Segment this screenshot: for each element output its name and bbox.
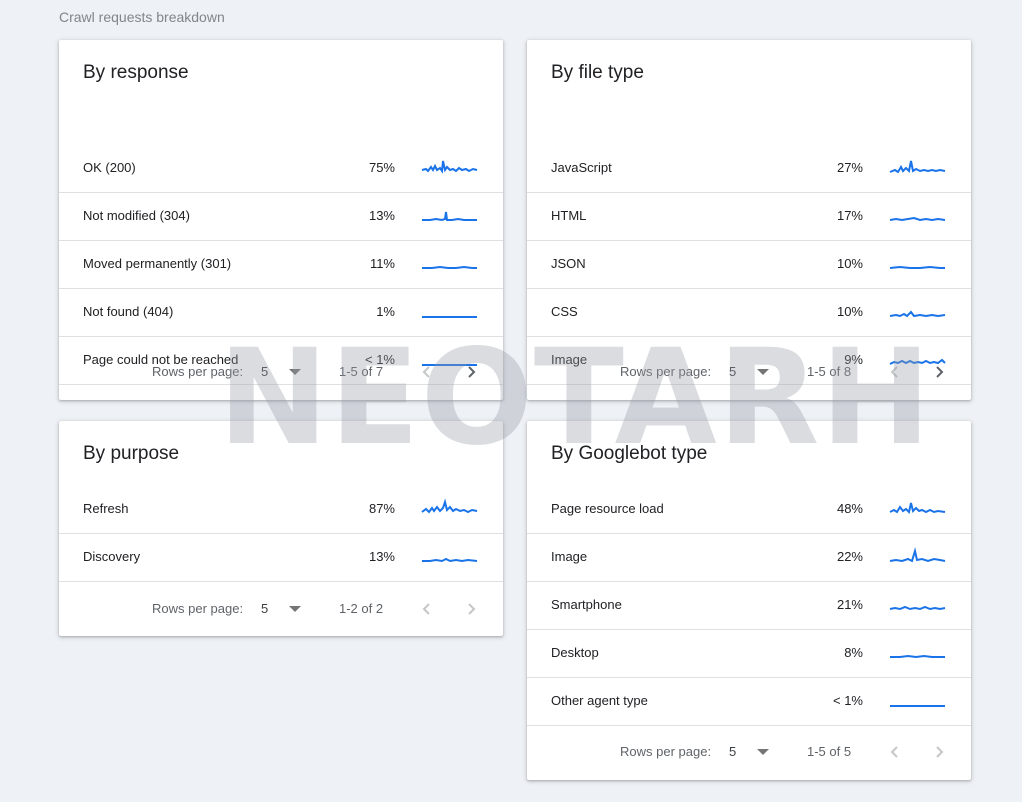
sparkline-chart xyxy=(889,547,946,563)
row-label: Refresh xyxy=(83,501,129,516)
row-label: Discovery xyxy=(83,549,141,564)
row-percent: 75% xyxy=(368,160,395,175)
row-percent: 8% xyxy=(844,645,863,660)
section-title: Crawl requests breakdown xyxy=(59,9,225,25)
chevron-right-icon[interactable] xyxy=(929,362,949,382)
table-pagination: Rows per page: 5 1-5 of 7 xyxy=(59,344,503,400)
table-row[interactable]: Not modified (304) 13% xyxy=(59,192,503,241)
page-range: 1-5 of 8 xyxy=(807,364,852,379)
row-label: OK (200) xyxy=(83,160,136,175)
chevron-left-icon[interactable] xyxy=(885,362,905,382)
table-pagination: Rows per page: 5 1-5 of 8 xyxy=(527,344,971,400)
table-row[interactable]: Image 22% xyxy=(527,533,971,582)
sparkline-chart xyxy=(890,654,945,659)
table-row[interactable]: JSON 10% xyxy=(527,240,971,289)
sparkline-chart xyxy=(422,265,477,269)
row-percent: 11% xyxy=(369,256,395,271)
table-row[interactable]: Moved permanently (301) 11% xyxy=(59,240,503,289)
row-percent: 1% xyxy=(376,304,395,319)
card-by-purpose: By purpose Refresh 87% Discovery 13% Row… xyxy=(59,421,503,636)
table-row[interactable]: Discovery 13% xyxy=(59,533,503,582)
row-percent: 10% xyxy=(836,304,863,319)
row-percent: < 1% xyxy=(833,693,863,708)
table-row[interactable]: CSS 10% xyxy=(527,288,971,337)
row-label: CSS xyxy=(551,304,578,319)
sparkline-chart xyxy=(421,498,478,514)
table-row[interactable]: Other agent type < 1% xyxy=(527,677,971,726)
chevron-right-icon[interactable] xyxy=(461,362,481,382)
card-by-googlebot-type: By Googlebot type Page resource load 48%… xyxy=(527,421,971,780)
dropdown-arrow-icon[interactable] xyxy=(289,606,301,612)
dropdown-arrow-icon[interactable] xyxy=(289,369,301,375)
table-row[interactable]: JavaScript 27% xyxy=(527,144,971,193)
sparkline-chart xyxy=(889,160,946,174)
table-row[interactable]: HTML 17% xyxy=(527,192,971,241)
chevron-right-icon[interactable] xyxy=(929,742,949,762)
card-by-response: By response OK (200) 75% Not modified (3… xyxy=(59,40,503,400)
row-percent: 27% xyxy=(836,160,863,175)
sparkline-chart xyxy=(889,310,946,318)
rows-per-page-select[interactable]: 5 xyxy=(729,724,736,780)
row-label: Moved permanently (301) xyxy=(83,256,232,271)
row-label: Image xyxy=(551,549,588,564)
row-percent: 17% xyxy=(836,208,863,223)
table-row[interactable]: Page resource load 48% xyxy=(527,485,971,534)
rows-per-page-label: Rows per page: xyxy=(620,364,712,379)
chevron-left-icon[interactable] xyxy=(417,599,437,619)
table-row[interactable]: Refresh 87% xyxy=(59,485,503,534)
row-label: HTML xyxy=(551,208,587,223)
chevron-left-icon[interactable] xyxy=(885,742,905,762)
sparkline-chart xyxy=(889,605,946,611)
row-percent: 10% xyxy=(836,256,863,271)
card-title: By file type xyxy=(551,62,644,83)
row-label: Page resource load xyxy=(551,501,664,516)
card-title: By purpose xyxy=(83,443,180,464)
row-label: Desktop xyxy=(551,645,599,660)
sparkline-chart xyxy=(422,557,478,563)
card-title: By response xyxy=(83,62,189,83)
rows-per-page-label: Rows per page: xyxy=(152,364,244,379)
row-percent: 13% xyxy=(368,208,395,223)
table-row[interactable]: OK (200) 75% xyxy=(59,144,503,193)
sparkline-chart xyxy=(889,265,945,269)
sparkline-chart xyxy=(889,216,946,222)
table-pagination: Rows per page: 5 1-5 of 5 xyxy=(527,724,971,780)
sparkline-chart xyxy=(890,705,945,707)
rows-per-page-select[interactable]: 5 xyxy=(261,581,268,637)
rows-per-page-select[interactable]: 5 xyxy=(729,344,736,400)
table-row[interactable]: Not found (404) 1% xyxy=(59,288,503,337)
rows-per-page-label: Rows per page: xyxy=(152,601,244,616)
card-title: By Googlebot type xyxy=(551,443,708,464)
page-range: 1-5 of 5 xyxy=(807,744,852,759)
rows-per-page-select[interactable]: 5 xyxy=(261,344,268,400)
chevron-right-icon[interactable] xyxy=(461,599,481,619)
row-percent: 13% xyxy=(368,549,395,564)
row-percent: 21% xyxy=(836,597,863,612)
sparkline-chart xyxy=(422,316,477,318)
dropdown-arrow-icon[interactable] xyxy=(757,369,769,375)
page-range: 1-2 of 2 xyxy=(339,601,384,616)
row-label: Not modified (304) xyxy=(83,208,190,223)
table-row[interactable]: Smartphone 21% xyxy=(527,581,971,630)
table-pagination: Rows per page: 5 1-2 of 2 xyxy=(59,581,503,637)
sparkline-chart xyxy=(422,211,477,222)
chevron-left-icon[interactable] xyxy=(417,362,437,382)
row-label: Smartphone xyxy=(551,597,622,612)
row-label: JSON xyxy=(551,256,586,271)
row-label: Other agent type xyxy=(551,693,648,708)
row-percent: 48% xyxy=(836,501,863,516)
sparkline-chart xyxy=(889,502,946,514)
row-label: JavaScript xyxy=(551,160,612,175)
table-row[interactable]: Desktop 8% xyxy=(527,629,971,678)
row-percent: 22% xyxy=(836,549,863,564)
row-percent: 87% xyxy=(368,501,395,516)
dropdown-arrow-icon[interactable] xyxy=(757,749,769,755)
card-by-file-type: By file type JavaScript 27% HTML 17% JSO… xyxy=(527,40,971,400)
sparkline-chart xyxy=(421,160,478,174)
rows-per-page-label: Rows per page: xyxy=(620,744,712,759)
row-label: Not found (404) xyxy=(83,304,174,319)
page-range: 1-5 of 7 xyxy=(339,364,384,379)
